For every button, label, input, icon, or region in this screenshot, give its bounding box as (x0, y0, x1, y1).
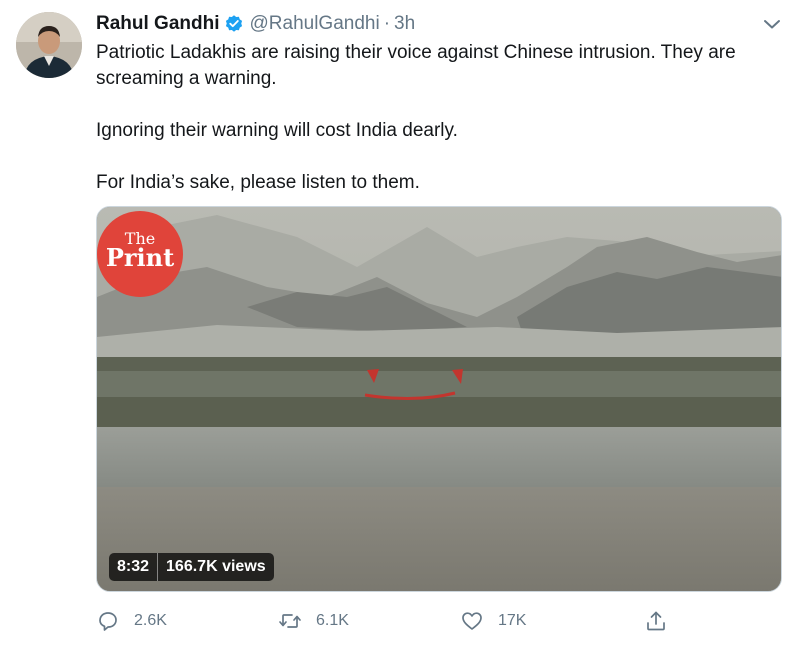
video-info-badge: 8:32 166.7K views (109, 553, 274, 581)
reply-button[interactable]: 2.6K (96, 606, 167, 636)
share-button[interactable] (644, 606, 668, 636)
chevron-down-icon[interactable] (760, 12, 784, 36)
tweet-text: Patriotic Ladakhis are raising their voi… (96, 40, 786, 196)
tweet-text-line-1: Patriotic Ladakhis are raising their voi… (96, 42, 736, 89)
verified-badge-icon (225, 15, 242, 32)
like-icon (462, 612, 482, 630)
tweet-card: Rahul Gandhi @RahulGandhi · 3h Patriotic… (0, 0, 800, 646)
like-button[interactable]: 17K (460, 606, 526, 636)
video-player[interactable]: The Print 8:32 166.7K views (96, 206, 782, 592)
retweet-count: 6.1K (316, 612, 349, 629)
tweet-timestamp[interactable]: 3h (394, 13, 415, 35)
share-icon (647, 611, 665, 631)
tweet-actions: 2.6K 6.1K 17K (96, 606, 786, 636)
retweet-icon (279, 614, 301, 628)
author-name[interactable]: Rahul Gandhi (96, 13, 220, 35)
video-views: 166.7K views (166, 558, 266, 575)
video-thumbnail (97, 207, 781, 591)
reply-icon (99, 612, 117, 631)
theprint-logo: The Print (97, 211, 183, 297)
separator-dot: · (383, 13, 391, 34)
like-count: 17K (498, 612, 527, 629)
tweet-header: Rahul Gandhi @RahulGandhi · 3h (96, 12, 415, 36)
logo-text-bottom: Print (105, 243, 175, 272)
author-handle[interactable]: @RahulGandhi (250, 13, 380, 35)
tweet-text-line-3: For India’s sake, please listen to them. (96, 172, 420, 193)
avatar[interactable] (16, 12, 82, 78)
retweet-button[interactable]: 6.1K (278, 606, 349, 636)
reply-count: 2.6K (134, 612, 167, 629)
tweet-text-line-2: Ignoring their warning will cost India d… (96, 120, 458, 141)
video-duration: 8:32 (109, 553, 159, 581)
